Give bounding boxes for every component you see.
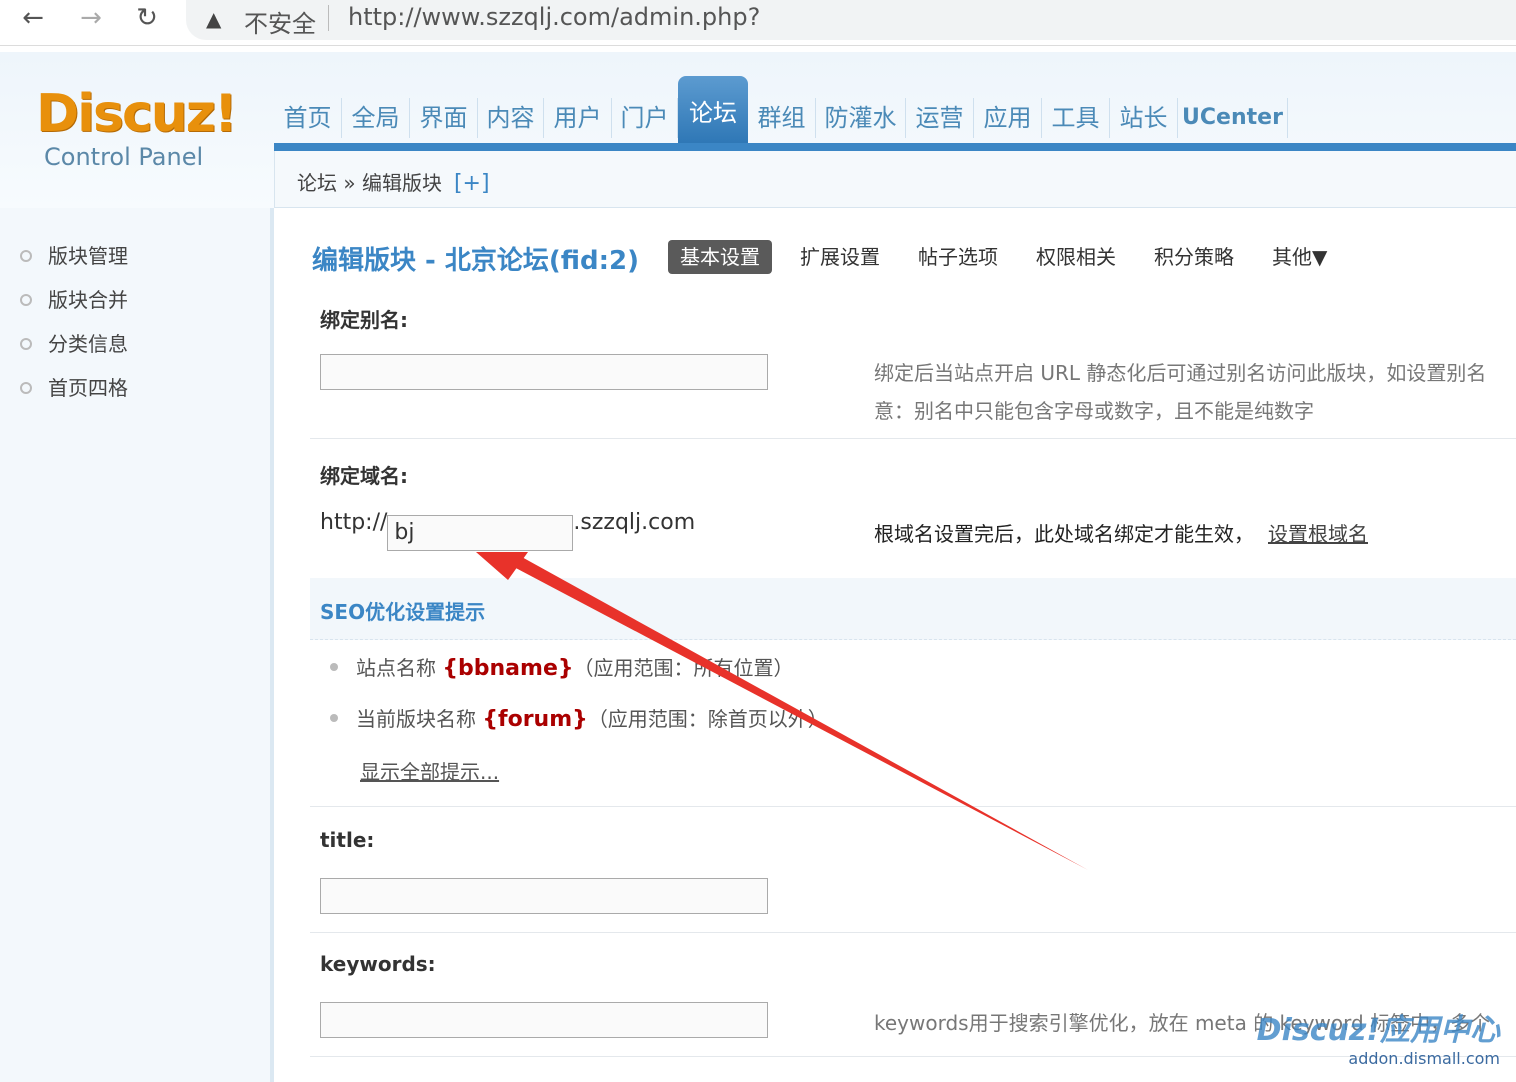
back-icon[interactable]: ← [18,4,48,34]
tab-other[interactable]: 其他▼ [1272,240,1327,274]
domain-prefix: http:// [320,510,388,535]
warning-icon: ▲ [206,7,222,31]
set-root-domain-link[interactable]: 设置根域名 [1268,522,1368,546]
url-text[interactable]: http://www.szzqlj.com/admin.php? [348,3,760,31]
nav-groups[interactable]: 群组 [748,98,816,138]
page-title: 编辑版块 - 北京论坛(fid:2) [312,246,640,276]
breadcrumb: 论坛 » 编辑版块 [+] [274,151,1516,208]
seo-tip-item: 当前版块名称 {forum}（应用范围：除首页以外） [330,703,828,732]
seo-section-header: SEO优化设置提示 [310,578,1516,640]
tab-basic[interactable]: 基本设置 [668,240,772,274]
tab-permissions[interactable]: 权限相关 [1036,240,1116,274]
tab-credits[interactable]: 积分策略 [1154,240,1234,274]
circle-bullet-icon [20,250,32,262]
domain-input[interactable]: bj [387,515,574,551]
circle-bullet-icon [20,338,32,350]
nav-tools[interactable]: 工具 [1042,98,1110,138]
keywords-input[interactable] [320,1002,768,1038]
sidebar-item-label: 版块管理 [48,244,128,268]
sidebar-item-label: 首页四格 [48,376,128,400]
logo-subtitle: Control Panel [44,143,204,171]
alias-tip-line2: 意：别名中只能包含字母或数字，且不能是纯数字 [874,399,1314,423]
divider [310,806,1516,807]
seo-variable: {bbname} [442,656,574,681]
alias-label: 绑定别名: [320,308,408,332]
show-all-tips-link[interactable]: 显示全部提示... [360,756,499,785]
tab-post-options[interactable]: 帖子选项 [918,240,998,274]
add-shortcut-button[interactable]: [+] [454,171,490,196]
sidebar-item-forum-merge[interactable]: 版块合并 [20,284,128,313]
logo-brand: Discuz! [36,84,238,144]
nav-global[interactable]: 全局 [342,98,410,138]
nav-ucenter[interactable]: UCenter [1178,98,1288,138]
nav-apps[interactable]: 应用 [974,98,1042,138]
admin-header: Discuz! Control Panel 首页 全局 界面 内容 用户 门户 … [0,52,1516,208]
address-divider [328,5,329,31]
watermark-site: addon.dismall.com [1348,1049,1500,1068]
alias-tip-line1: 绑定后当站点开启 URL 静态化后可通过别名访问此版块，如设置别名 [874,361,1487,385]
domain-tip: 根域名设置完后，此处域名绑定才能生效， 设置根域名 [874,518,1368,547]
discuz-logo[interactable]: Discuz! Control Panel [36,84,238,172]
forward-icon[interactable]: → [76,4,106,34]
reload-icon[interactable]: ↻ [132,4,162,34]
domain-tip-text: 根域名设置完后，此处域名绑定才能生效， [874,522,1254,546]
circle-bullet-icon [20,294,32,306]
breadcrumb-text[interactable]: 论坛 » 编辑版块 [297,171,442,195]
nav-users[interactable]: 用户 [544,98,612,138]
seo-title-label: title: [320,828,375,852]
nav-antispam[interactable]: 防灌水 [816,98,906,138]
seo-tip-item: 站点名称 {bbname}（应用范围：所有位置） [330,652,794,681]
keywords-label: keywords: [320,952,436,976]
nav-home[interactable]: 首页 [274,98,342,138]
nav-content[interactable]: 内容 [478,98,544,138]
watermark: Discuz!应用中心 addon.dismall.com [1257,1005,1500,1068]
domain-suffix: .szzqlj.com [573,510,696,535]
bullet-icon [330,663,338,671]
alias-input[interactable] [320,354,768,390]
bullet-icon [330,714,338,722]
seo-variable: {forum} [482,707,588,732]
nav-operation[interactable]: 运营 [906,98,974,138]
sidebar-item-forum-manage[interactable]: 版块管理 [20,240,128,269]
circle-bullet-icon [20,382,32,394]
nav-portal[interactable]: 门户 [612,98,678,138]
nav-interface[interactable]: 界面 [410,98,478,138]
divider [310,438,1516,439]
sidebar-item-label: 版块合并 [48,288,128,312]
tab-extended[interactable]: 扩展设置 [800,240,880,274]
security-label[interactable]: 不安全 [244,4,316,39]
sidebar-item-home-grid[interactable]: 首页四格 [20,372,128,401]
divider [310,932,1516,933]
sidebar-item-threadtypes[interactable]: 分类信息 [20,328,128,357]
nav-underline [274,143,1516,151]
sidebar-item-label: 分类信息 [48,332,128,356]
seo-title-input[interactable] [320,878,768,914]
seo-title: SEO优化设置提示 [320,600,486,624]
domain-label: 绑定域名: [320,464,408,488]
address-bar[interactable]: ▲ 不安全 http://www.szzqlj.com/admin.php? [186,0,1516,40]
browser-toolbar: ← → ↻ ▲ 不安全 http://www.szzqlj.com/admin.… [0,0,1516,46]
sidebar: 版块管理 版块合并 分类信息 首页四格 [0,208,274,1082]
domain-row: http://bj .szzqlj.com [320,510,695,551]
watermark-brand: Discuz!应用中心 [1256,1013,1500,1048]
main-content: 编辑版块 - 北京论坛(fid:2) 基本设置 扩展设置 帖子选项 权限相关 积… [278,208,1516,1082]
nav-webmaster[interactable]: 站长 [1110,98,1178,138]
nav-forum[interactable]: 论坛 [678,76,748,146]
